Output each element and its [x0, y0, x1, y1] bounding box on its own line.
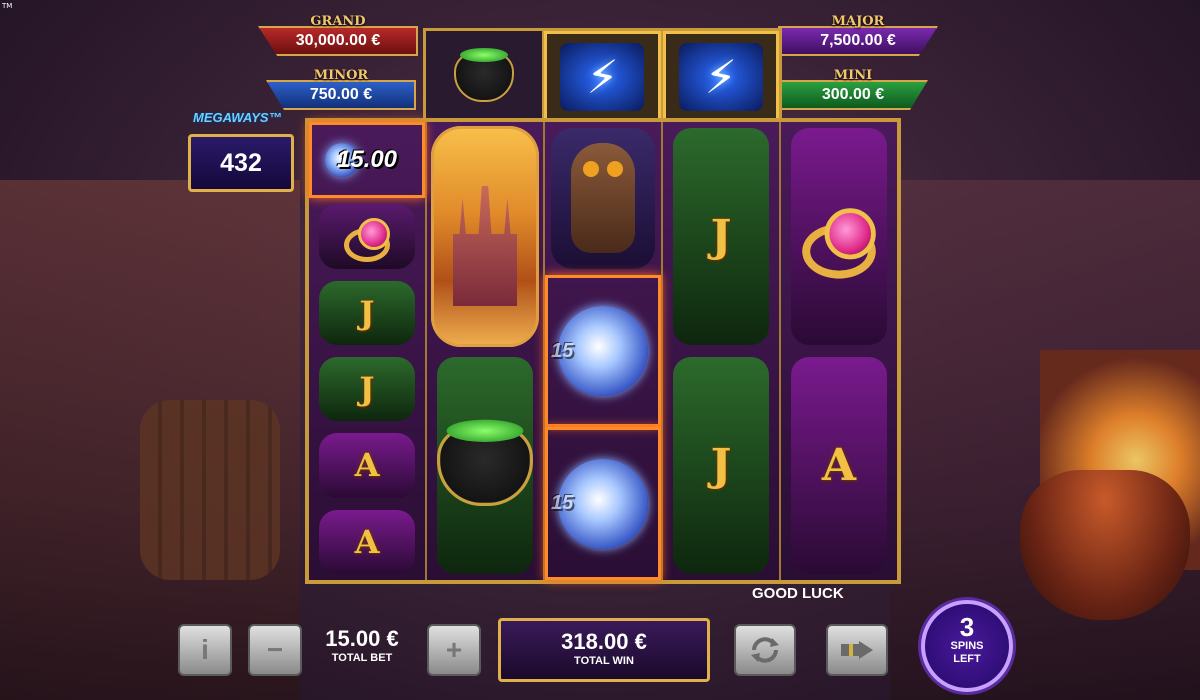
trademark-mark: TM: [2, 2, 13, 10]
symbol-j: J: [359, 370, 375, 409]
reel-1: 15.00 J J A A: [309, 122, 427, 580]
megaways-label: MEGAWAYS™: [193, 110, 282, 125]
spins-left-label-line1: SPINS: [950, 640, 984, 652]
total-bet-label: TOTAL BET: [331, 652, 393, 664]
symbol-cell: [427, 122, 543, 351]
symbol-cell: A: [309, 427, 425, 503]
status-message: GOOD LUCK: [752, 585, 844, 602]
symbol-cell: J: [663, 122, 779, 351]
owl-icon: [571, 143, 635, 254]
top-reel: ⚡ ⚡: [423, 28, 782, 126]
fast-forward-icon: [841, 641, 873, 659]
spins-left-counter: 3 SPINS LEFT: [921, 600, 1013, 692]
symbol-cell: 15: [545, 427, 661, 580]
ring-icon: [802, 207, 876, 279]
jackpot-major: MAJOR 7,500.00 €: [778, 14, 938, 56]
decrease-bet-button[interactable]: −: [248, 624, 302, 676]
symbol-cell: [781, 122, 897, 351]
cauldron-icon: [454, 48, 515, 102]
symbol-j: J: [710, 211, 732, 262]
megaways-value: 432: [220, 148, 262, 177]
info-button[interactable]: i: [178, 624, 232, 676]
cauldron-icon: [437, 419, 533, 506]
barrels-decoration: [140, 400, 280, 580]
total-win-value: 318.00 €: [561, 629, 647, 654]
symbol-cell: [309, 198, 425, 274]
symbol-a: A: [354, 446, 380, 485]
reel-4: J J: [663, 122, 781, 580]
autoplay-button[interactable]: [734, 624, 796, 676]
turbo-button[interactable]: [826, 624, 888, 676]
symbol-cell: A: [309, 504, 425, 580]
jackpot-mini: MINI 300.00 €: [778, 68, 928, 110]
symbol-cell: A: [781, 351, 897, 580]
top-cell-cauldron: [426, 31, 545, 123]
jackpot-major-title: MAJOR: [831, 14, 885, 29]
total-bet-display: 15.00 € TOTAL BET: [300, 624, 424, 674]
symbol-cell: 15.00: [309, 122, 425, 198]
jackpot-minor-title: MINOR: [313, 68, 369, 83]
jackpot-grand: GRAND 30,000.00 €: [258, 14, 418, 56]
total-win-display: 318.00 € TOTAL WIN: [498, 618, 710, 682]
symbol-cell: J: [663, 351, 779, 580]
jackpot-minor: MINOR 750.00 €: [266, 68, 416, 110]
symbol-cell: [545, 122, 661, 275]
total-win-label: TOTAL WIN: [574, 655, 634, 667]
symbol-j: J: [359, 293, 375, 332]
megaways-counter: 432: [188, 134, 294, 192]
symbol-cell: 15: [545, 275, 661, 428]
top-cell-bolt-2: ⚡: [662, 31, 779, 123]
jackpot-grand-title: GRAND: [310, 14, 366, 29]
top-cell-bolt-1: ⚡: [544, 31, 663, 123]
lightning-bolt-icon: ⚡: [560, 43, 645, 111]
lightning-bolt-icon: ⚡: [678, 43, 763, 111]
reel-5: A: [781, 122, 897, 580]
symbol-cell: J: [309, 275, 425, 351]
orb-prize-value: 15: [551, 339, 574, 362]
symbol-cell: [427, 351, 543, 580]
cauldron-decoration: [1020, 470, 1190, 620]
jackpot-major-value: 7,500.00 €: [820, 32, 896, 49]
total-bet-value: 15.00 €: [325, 626, 399, 651]
reel-3: 15 15: [545, 122, 663, 580]
orb-prize-value: 15.00: [336, 146, 398, 174]
ring-icon: [344, 218, 390, 263]
jackpot-mini-value: 300.00 €: [821, 86, 885, 103]
refresh-icon: [751, 637, 779, 663]
castle-icon: [431, 126, 539, 347]
jackpot-minor-value: 750.00 €: [309, 86, 373, 103]
info-icon: i: [201, 634, 209, 665]
jackpot-mini-title: MINI: [833, 68, 873, 83]
symbol-a: A: [354, 522, 380, 561]
symbol-j: J: [710, 440, 732, 491]
minus-icon: −: [266, 634, 284, 665]
plus-icon: +: [445, 634, 463, 665]
increase-bet-button[interactable]: +: [427, 624, 481, 676]
reel-2: [427, 122, 545, 580]
jackpot-grand-value: 30,000.00 €: [295, 32, 381, 49]
spins-left-count: 3: [959, 612, 975, 642]
orb-prize-value: 15: [551, 492, 574, 515]
symbol-cell: J: [309, 351, 425, 427]
reel-grid: 15.00 J J A A 15 15 J J A: [305, 118, 901, 584]
spins-left-label-line2: LEFT: [953, 653, 981, 665]
symbol-a: A: [821, 440, 857, 491]
